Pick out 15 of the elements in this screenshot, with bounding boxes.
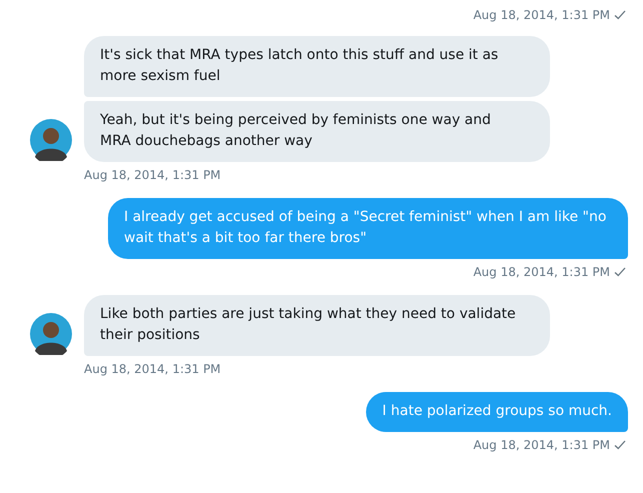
avatar-icon <box>30 313 72 355</box>
timestamp: Aug 18, 2014, 1:31 PM <box>84 168 221 182</box>
check-icon <box>614 440 626 450</box>
timestamp: Aug 18, 2014, 1:31 PM <box>473 438 610 452</box>
timestamp: Aug 18, 2014, 1:31 PM <box>84 362 221 376</box>
message-bubble: Like both parties are just taking what they need to validate their positions <box>84 295 550 356</box>
message-bubble: It's sick that MRA types latch onto this stuff and use it as more sexism fuel <box>84 36 550 97</box>
check-icon <box>614 267 626 277</box>
check-icon <box>614 10 626 20</box>
timestamp: Aug 18, 2014, 1:31 PM <box>473 8 610 22</box>
message-bubble: Yeah, but it's being perceived by feminists one way and MRA douchebags another way <box>84 101 550 162</box>
avatar-icon <box>30 119 72 161</box>
message-bubble: I already get accused of being a "Secret feminist" when I am like "no wait that's a bit too far there bros" <box>108 198 628 259</box>
message-bubble: I hate polarized groups so much. <box>366 392 628 432</box>
timestamp: Aug 18, 2014, 1:31 PM <box>473 265 610 279</box>
